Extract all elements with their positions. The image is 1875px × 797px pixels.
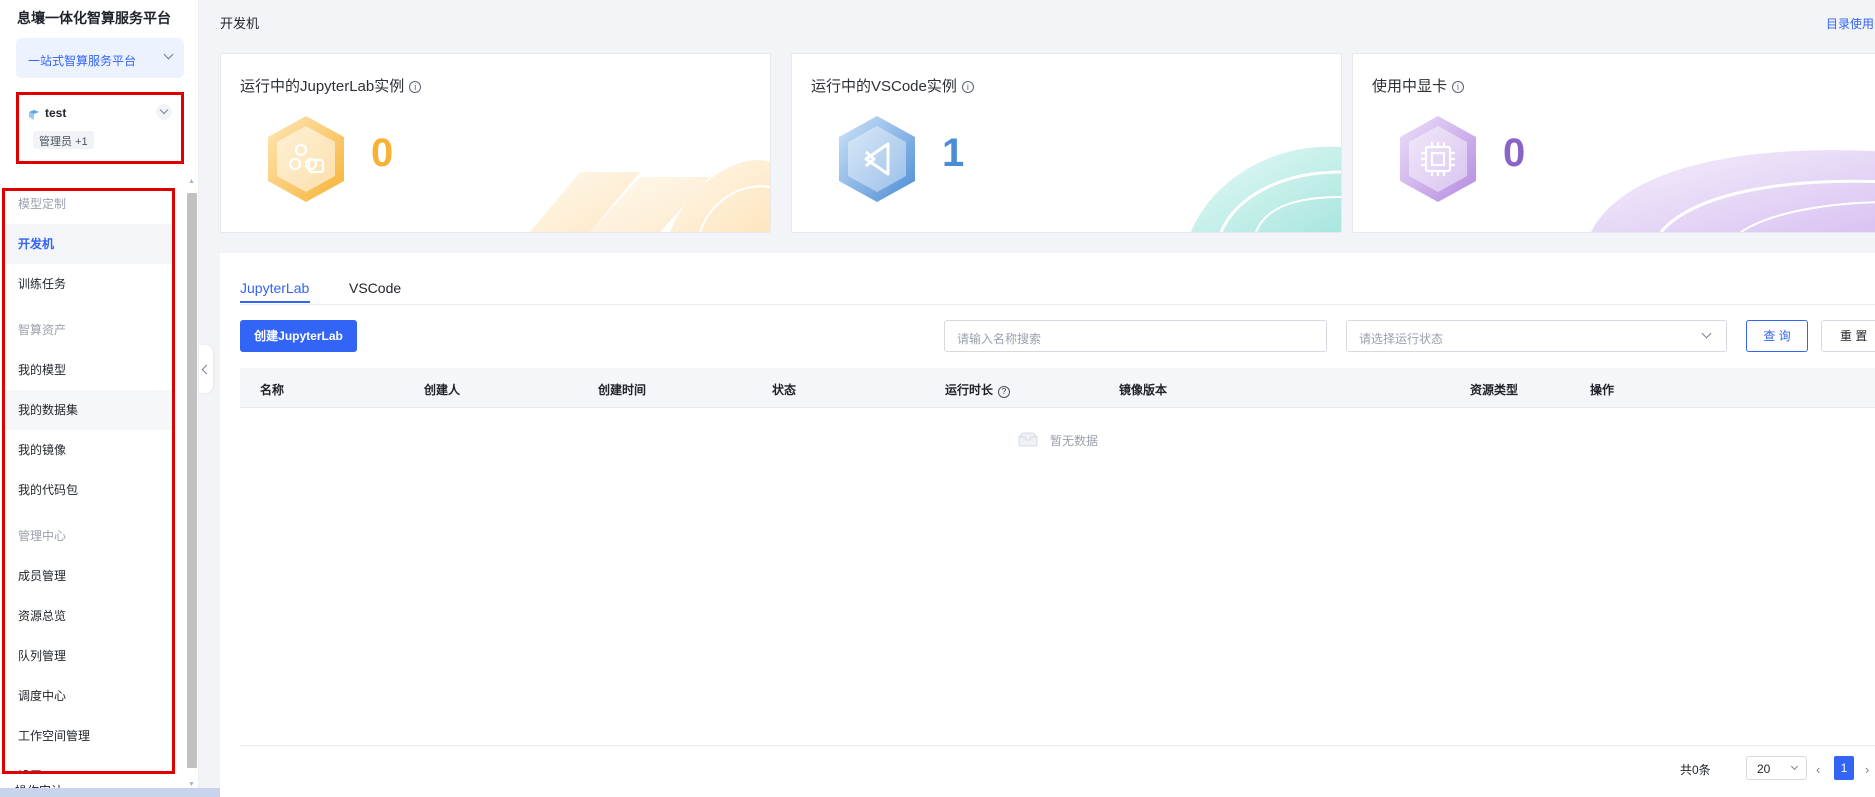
instance-panel: JupyterLab VSCode 创建JupyterLab 请输入名称搜索 请…: [220, 253, 1875, 797]
sidebar-item-devmachine[interactable]: 开发机: [5, 224, 172, 264]
status-select[interactable]: 请选择运行状态: [1346, 320, 1727, 352]
card-decoration: [530, 160, 770, 232]
stat-card-jupyterlab: 运行中的JupyterLab实例 i 0: [220, 53, 771, 233]
sidebar-item-settings[interactable]: 设置: [5, 756, 172, 771]
tab-jupyterlab[interactable]: JupyterLab: [240, 280, 309, 296]
pagination-total: 共0条: [1680, 763, 1711, 777]
platform-select-label: 一站式智算服务平台: [28, 54, 137, 68]
directory-usage-link[interactable]: 目录使用: [1826, 15, 1874, 32]
chevron-down-icon: [163, 49, 174, 60]
card-decoration: [1591, 150, 1875, 232]
info-icon[interactable]: i: [409, 81, 422, 93]
column-header: 运行时长?: [945, 381, 1011, 398]
create-jupyterlab-button[interactable]: 创建JupyterLab: [240, 320, 357, 352]
brand-title: 息壤一体化智算服务平台: [17, 10, 171, 26]
stat-card-vscode: 运行中的VSCode实例 i 1: [791, 53, 1342, 233]
column-header: 资源类型: [1470, 383, 1519, 397]
jupyter-hex-icon: [268, 116, 344, 202]
current-page-button[interactable]: 1: [1834, 756, 1854, 780]
active-tab-indicator: [240, 301, 310, 303]
status-select-placeholder: 请选择运行状态: [1359, 332, 1444, 346]
sidebar-item-members[interactable]: 成员管理: [5, 556, 172, 596]
sidebar-item-training[interactable]: 训练任务: [5, 264, 172, 304]
column-header: 状态: [772, 383, 797, 397]
sidebar-scrollbar[interactable]: ▲ ▼: [185, 178, 197, 788]
page-size-select[interactable]: 20: [1746, 756, 1807, 780]
sidebar-item-my-code[interactable]: 我的代码包: [5, 470, 172, 510]
table-header: 名称 创建人 创建时间 状态 运行时长? 镜像版本 资源类型 操作: [240, 368, 1875, 408]
search-input[interactable]: 请输入名称搜索: [944, 320, 1327, 352]
stat-value: 0: [371, 131, 394, 175]
query-button[interactable]: 查 询: [1746, 320, 1808, 352]
card-decoration: [1191, 146, 1341, 232]
workspace-icon: [29, 110, 39, 120]
workspace-chevron-icon[interactable]: [156, 104, 172, 120]
sidebar-item-my-models[interactable]: 我的模型: [5, 350, 172, 390]
reset-button[interactable]: 重 置: [1821, 320, 1875, 352]
stat-title: 运行中的JupyterLab实例 i: [240, 75, 422, 96]
sidebar-item-queues[interactable]: 队列管理: [5, 636, 172, 676]
stat-card-gpu: 使用中显卡 i 0: [1352, 53, 1875, 233]
info-icon[interactable]: i: [961, 81, 974, 93]
sidebar-item-workspace-admin[interactable]: 工作空间管理: [5, 716, 172, 756]
column-header: 创建时间: [598, 383, 647, 397]
tabs-divider: [240, 304, 1875, 305]
table-footer-divider: [240, 745, 1875, 746]
info-icon[interactable]: i: [1452, 81, 1465, 93]
sidebar-item-my-images[interactable]: 我的镜像: [5, 430, 172, 470]
column-header: 镜像版本: [1119, 383, 1168, 397]
platform-select[interactable]: 一站式智算服务平台: [16, 38, 184, 78]
nav-section-model: 模型定制: [18, 197, 67, 211]
sidebar-nav: 模型定制 开发机 训练任务 智算资产 我的模型 我的数据集 我的镜像 我的代码包…: [2, 188, 175, 774]
stat-value: 0: [1503, 131, 1526, 175]
chevron-down-icon: [1790, 762, 1799, 771]
prev-page-icon[interactable]: ‹: [1816, 762, 1820, 777]
nav-section-admin: 管理中心: [18, 529, 67, 543]
next-page-icon[interactable]: ›: [1865, 762, 1869, 777]
page-title: 开发机: [220, 16, 260, 31]
empty-text: 暂无数据: [1050, 434, 1099, 448]
sidebar-item-scheduling[interactable]: 调度中心: [5, 676, 172, 716]
sidebar-item-resources[interactable]: 资源总览: [5, 596, 172, 636]
scroll-up-icon[interactable]: ▲: [188, 178, 195, 185]
role-badge: 管理员 +1: [33, 131, 94, 149]
column-header: 操作: [1590, 383, 1615, 397]
sidebar-item-my-datasets[interactable]: 我的数据集: [5, 390, 172, 430]
scrollbar-thumb[interactable]: [187, 193, 197, 768]
workspace-card[interactable]: test 管理员 +1: [16, 92, 184, 164]
tab-vscode[interactable]: VSCode: [349, 280, 401, 296]
chevron-down-icon: [1701, 328, 1712, 339]
role-extra-count: +1: [75, 136, 88, 148]
vscode-hex-icon: [839, 116, 915, 202]
workspace-name: test: [45, 106, 67, 120]
column-header: 名称: [260, 383, 285, 397]
nav-section-assets: 智算资产: [18, 323, 67, 337]
sidebar: 息壤一体化智算服务平台 一站式智算服务平台 test 管理员 +1 模型定制 开…: [0, 0, 520, 797]
stat-title: 运行中的VSCode实例 i: [811, 75, 974, 96]
help-icon[interactable]: ?: [998, 386, 1011, 398]
stat-title: 使用中显卡 i: [1372, 75, 1465, 96]
scroll-down-icon[interactable]: ▼: [188, 781, 195, 788]
empty-box-icon: [1018, 432, 1038, 447]
column-header: 创建人: [424, 383, 461, 397]
role-label: 管理员: [39, 136, 72, 148]
page-size-value: 20: [1757, 762, 1771, 776]
gpu-chip-hex-icon: [1400, 116, 1476, 202]
sidebar-collapse-button[interactable]: [199, 345, 213, 393]
stat-value: 1: [942, 131, 965, 175]
